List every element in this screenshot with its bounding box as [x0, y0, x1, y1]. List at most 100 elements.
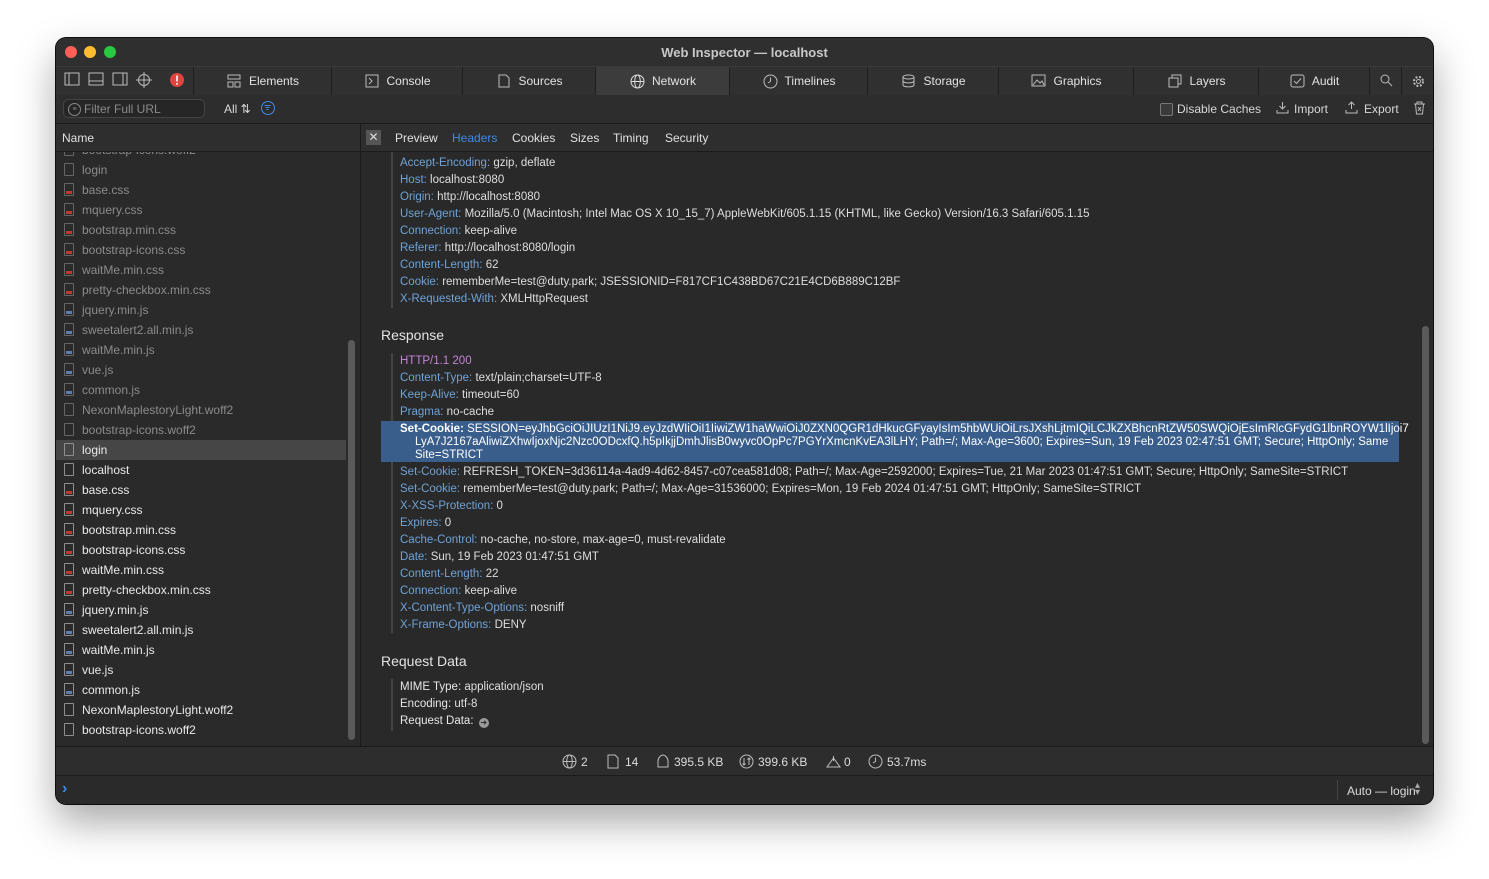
- detail-scrollbar[interactable]: [1422, 326, 1429, 744]
- request-data-row: MIME Type: application/json: [400, 679, 544, 696]
- settings-button[interactable]: [1401, 67, 1433, 95]
- js-file-icon: [64, 623, 74, 636]
- close-detail-icon[interactable]: ✕: [366, 130, 381, 145]
- list-item[interactable]: pretty-checkbox.min.css: [56, 580, 346, 600]
- header-key: Connection:: [400, 225, 462, 237]
- dock-right-icon[interactable]: [111, 72, 129, 90]
- header-row: Cache-Control: no-cache, no-store, max-a…: [400, 532, 726, 549]
- css-file-icon: [64, 183, 74, 196]
- detail-tab-headers[interactable]: Headers: [452, 131, 497, 145]
- list-item[interactable]: jquery.min.js: [56, 300, 346, 320]
- list-item[interactable]: waitMe.min.css: [56, 260, 346, 280]
- console-prompt-icon[interactable]: ›: [62, 780, 67, 798]
- network-icon: [630, 74, 645, 89]
- resource-size: 399.6 KB: [758, 755, 808, 769]
- disable-caches-checkbox[interactable]: [1160, 103, 1173, 116]
- tab-timelines[interactable]: Timelines: [729, 67, 868, 95]
- clear-log-icon[interactable]: [1413, 101, 1426, 118]
- list-item[interactable]: login: [56, 440, 346, 460]
- header-row: X-Requested-With: XMLHttpRequest: [400, 291, 588, 308]
- list-item[interactable]: bootstrap-icons.woff2: [56, 420, 346, 440]
- header-value: Mozilla/5.0 (Macintosh; Intel Mac OS X 1…: [464, 208, 1090, 220]
- file-name: common.js: [82, 683, 141, 697]
- search-tab-button[interactable]: [1369, 67, 1402, 95]
- detail-tab-cookies[interactable]: Cookies: [512, 131, 555, 145]
- list-item[interactable]: NexonMaplestoryLight.woff2: [56, 700, 346, 720]
- elements-icon: [227, 74, 242, 89]
- header-key: Cookie:: [400, 276, 439, 288]
- header-value: no-cache: [446, 406, 494, 418]
- tab-elements[interactable]: Elements: [193, 67, 332, 95]
- file-name: waitMe.min.css: [82, 563, 165, 577]
- list-item[interactable]: sweetalert2.all.min.js: [56, 620, 346, 640]
- list-item[interactable]: bootstrap-icons.css: [56, 240, 346, 260]
- list-item[interactable]: bootstrap.min.css: [56, 520, 346, 540]
- js-file-icon: [64, 683, 74, 696]
- header-row: Cookie: rememberMe=test@duty.park; JSESS…: [400, 274, 900, 291]
- list-item[interactable]: common.js: [56, 680, 346, 700]
- name-column-header[interactable]: Name: [62, 131, 94, 145]
- error-indicator-icon[interactable]: [168, 72, 186, 90]
- resource-list-scrollbar[interactable]: [348, 340, 355, 740]
- filter-url-input[interactable]: ≡ Filter Full URL: [63, 99, 205, 118]
- domains-count: 2: [581, 755, 588, 769]
- list-item[interactable]: waitMe.min.js: [56, 640, 346, 660]
- import-button[interactable]: Import: [1294, 102, 1328, 116]
- header-row: Keep-Alive: timeout=60: [400, 387, 519, 404]
- list-item[interactable]: localhost: [56, 460, 346, 480]
- tab-audit[interactable]: Audit: [1258, 67, 1370, 95]
- header-row: X-Content-Type-Options: nosniff: [400, 600, 564, 617]
- list-item[interactable]: bootstrap.min.css: [56, 220, 346, 240]
- list-item[interactable]: vue.js: [56, 360, 346, 380]
- tab-console-label: Console: [386, 74, 431, 88]
- tab-sources[interactable]: Sources: [462, 67, 596, 95]
- list-item[interactable]: bootstrap-icons.woff2: [56, 152, 346, 160]
- file-name: jquery.min.js: [82, 303, 149, 317]
- list-item[interactable]: NexonMaplestoryLight.woff2: [56, 400, 346, 420]
- file-name: sweetalert2.all.min.js: [82, 623, 194, 637]
- list-item[interactable]: bootstrap-icons.css: [56, 540, 346, 560]
- list-item[interactable]: mquery.css: [56, 500, 346, 520]
- list-item[interactable]: base.css: [56, 180, 346, 200]
- list-item[interactable]: bootstrap-icons.woff2: [56, 720, 346, 740]
- list-item[interactable]: base.css: [56, 480, 346, 500]
- header-value: no-cache, no-store, max-age=0, must-reva…: [480, 534, 726, 546]
- list-item[interactable]: vue.js: [56, 660, 346, 680]
- tab-storage[interactable]: Storage: [867, 67, 999, 95]
- filter-options-icon[interactable]: [261, 101, 275, 115]
- web-inspector-window: Web Inspector — localhost Elements Conso…: [56, 38, 1433, 804]
- detail-tab-security[interactable]: Security: [665, 131, 708, 145]
- list-item[interactable]: waitMe.min.css: [56, 560, 346, 580]
- header-row: Connection: keep-alive: [400, 583, 517, 600]
- list-item[interactable]: common.js: [56, 380, 346, 400]
- list-item[interactable]: waitMe.min.js: [56, 340, 346, 360]
- list-item[interactable]: pretty-checkbox.min.css: [56, 280, 346, 300]
- tab-graphics[interactable]: Graphics: [998, 67, 1134, 95]
- header-key: User-Agent:: [400, 208, 462, 220]
- resource-size-icon: [739, 754, 754, 772]
- detail-tab-preview[interactable]: Preview: [395, 131, 438, 145]
- export-button[interactable]: Export: [1364, 102, 1399, 116]
- list-item[interactable]: jquery.min.js: [56, 600, 346, 620]
- file-name: bootstrap-icons.css: [82, 243, 186, 257]
- tab-network[interactable]: Network: [595, 67, 730, 95]
- list-item[interactable]: mquery.css: [56, 200, 346, 220]
- reveal-arrow-icon[interactable]: ➜: [478, 718, 489, 728]
- dock-left-icon[interactable]: [63, 72, 81, 90]
- execution-context-select[interactable]: Auto — login: [1347, 784, 1416, 798]
- list-item[interactable]: sweetalert2.all.min.js: [56, 320, 346, 340]
- resource-type-select[interactable]: All ⇅: [224, 102, 251, 116]
- header-key: Date:: [400, 551, 428, 563]
- request-data-key: MIME Type:: [400, 681, 462, 693]
- detail-tab-sizes[interactable]: Sizes: [570, 131, 599, 145]
- header-value: http://localhost:8080: [437, 191, 541, 203]
- tab-layers[interactable]: Layers: [1133, 67, 1259, 95]
- response-status: HTTP/1.1 200: [400, 355, 472, 367]
- console-icon: [364, 74, 379, 89]
- detail-tab-timing[interactable]: Timing: [613, 131, 649, 145]
- list-item[interactable]: login: [56, 160, 346, 180]
- dock-bottom-icon[interactable]: [87, 72, 105, 90]
- sources-icon: [496, 74, 511, 89]
- tab-console[interactable]: Console: [331, 67, 463, 95]
- inspect-crosshair-icon[interactable]: [135, 72, 153, 90]
